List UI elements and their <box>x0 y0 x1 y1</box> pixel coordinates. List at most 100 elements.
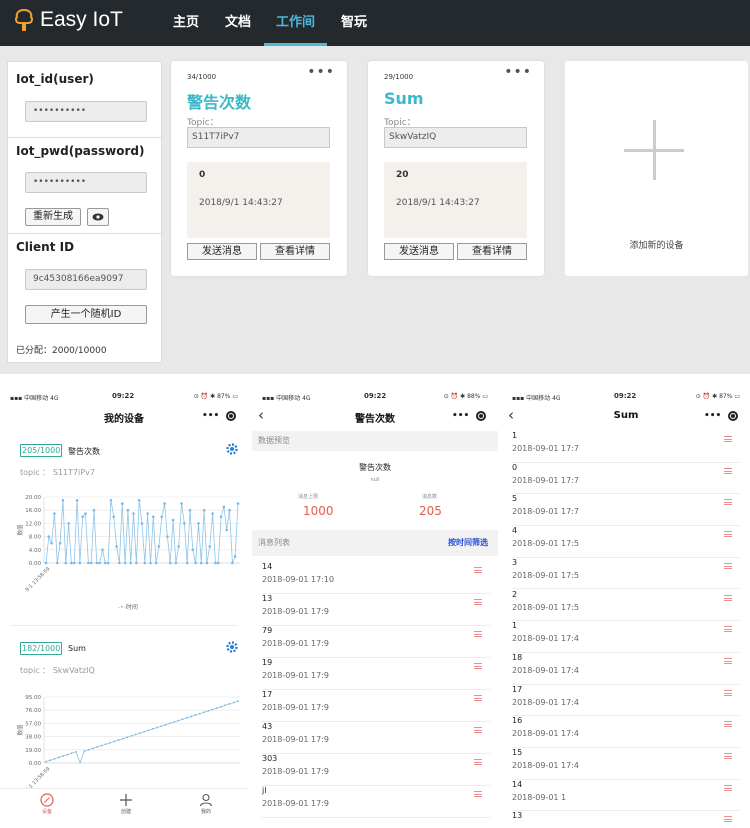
show-password-button[interactable] <box>87 208 109 226</box>
tab-create[interactable]: 创建 <box>96 793 156 815</box>
send-message-button[interactable]: 发送消息 <box>187 243 257 260</box>
menu-icon[interactable] <box>724 499 732 506</box>
menu-icon[interactable] <box>724 657 732 664</box>
more-icon[interactable]: ••• <box>307 64 335 80</box>
menu-icon[interactable] <box>474 695 482 701</box>
menu-icon[interactable] <box>474 631 482 637</box>
capsule-menu[interactable]: ••• <box>448 408 490 424</box>
filter-by-time-link[interactable]: 按时间筛选 <box>448 530 488 556</box>
list-item: 4 2018-09-01 17:5 <box>512 526 740 558</box>
clock: 09:22 <box>614 392 637 400</box>
gear-icon[interactable] <box>226 443 238 455</box>
close-icon[interactable] <box>728 411 738 421</box>
menu-icon[interactable] <box>724 753 732 759</box>
menu-icon[interactable] <box>724 436 732 442</box>
logo[interactable]: Easy IoT <box>14 8 123 32</box>
data-point <box>123 561 127 565</box>
device-name: 警告次数 <box>68 447 100 456</box>
signal-icon: ▪▪▪ <box>262 395 275 402</box>
gear-icon[interactable] <box>226 641 238 653</box>
menu-icon[interactable] <box>474 599 482 605</box>
menu-icon[interactable] <box>724 784 732 791</box>
data-point <box>137 499 141 502</box>
menu-icon[interactable] <box>724 562 732 569</box>
message-value: 1 <box>512 621 518 631</box>
data-point <box>67 522 70 525</box>
list-item: 2 2018-09-01 17:5 <box>512 590 740 622</box>
data-point <box>78 561 82 565</box>
more-icon[interactable]: ••• <box>202 408 219 424</box>
chart-warning-count: 0.00 4.00 8.00 12.00 16.00 20.00 数值 9-1 13:58:5… <box>16 495 240 593</box>
data-point <box>100 744 103 747</box>
menu-icon[interactable] <box>724 816 732 823</box>
nav-play[interactable]: 智玩 <box>341 0 367 46</box>
more-icon[interactable]: ••• <box>504 64 532 80</box>
menu-icon[interactable] <box>724 467 732 474</box>
message-value: 13 <box>262 594 273 603</box>
data-point <box>103 561 107 565</box>
message-value: 0 <box>512 462 518 472</box>
menu-icon[interactable] <box>724 721 732 728</box>
nav-docs[interactable]: 文档 <box>225 0 251 46</box>
close-icon[interactable] <box>476 411 486 421</box>
view-details-button[interactable]: 查看详情 <box>457 243 527 260</box>
data-point <box>215 707 218 710</box>
client-id-field[interactable]: 9c45308166ea9097 <box>25 269 147 290</box>
capsule-menu[interactable]: ••• <box>700 408 742 424</box>
message-time: 2018-09-01 17:4 <box>512 729 579 739</box>
topic-field[interactable]: SkwVatzIQ <box>384 127 527 148</box>
menu-icon[interactable] <box>474 727 482 733</box>
section-header: 数据预览 <box>252 431 498 451</box>
data-point <box>64 561 68 565</box>
menu-icon[interactable] <box>474 663 482 669</box>
nav-workspace[interactable]: 工作间 <box>264 0 328 46</box>
y-tick-label: 76.00 <box>25 708 41 714</box>
message-value: 303 <box>262 754 278 763</box>
regenerate-button[interactable]: 重新生成 <box>25 208 81 226</box>
topic-field[interactable]: S11T7iPv7 <box>187 127 330 148</box>
message-time: 2018-09-01 17:9 <box>262 799 329 808</box>
menu-icon[interactable] <box>474 791 482 797</box>
send-message-button[interactable]: 发送消息 <box>384 243 454 260</box>
random-id-button[interactable]: 产生一个随机ID <box>25 305 147 324</box>
nav-home[interactable]: 主页 <box>173 0 199 46</box>
more-icon[interactable]: ••• <box>452 408 469 424</box>
menu-icon[interactable] <box>724 531 732 538</box>
menu-icon[interactable] <box>474 759 482 765</box>
device-card: 34/1000 ••• 警告次数 Topic： S11T7iPv7 0 2018… <box>171 61 347 276</box>
data-point <box>180 502 183 505</box>
user-field[interactable]: •••••••••• <box>25 101 147 122</box>
data-point <box>222 505 226 509</box>
list-item: 1 2018-09-01 17:4 <box>512 621 740 653</box>
close-icon[interactable] <box>226 411 236 421</box>
menu-icon[interactable] <box>724 594 732 601</box>
device-topic: topic ： SkwVatzIQ <box>20 666 95 675</box>
menu-icon[interactable] <box>474 567 482 573</box>
data-point <box>236 502 240 505</box>
message-value: 18 <box>512 652 523 662</box>
y-tick-label: 16.00 <box>25 508 41 514</box>
data-point <box>225 528 229 532</box>
capsule-menu[interactable]: ••• <box>198 408 240 424</box>
menu-icon[interactable] <box>724 626 732 633</box>
view-details-button[interactable]: 查看详情 <box>260 243 330 260</box>
data-point <box>118 561 121 565</box>
tab-devices[interactable]: 设备 <box>17 793 77 815</box>
y-tick-label: 8.00 <box>29 535 42 541</box>
data-point <box>199 561 203 565</box>
tab-profile[interactable]: 我的 <box>176 793 236 815</box>
data-point <box>70 752 73 755</box>
message-value: jl <box>262 786 267 795</box>
list-item: 3 2018-09-01 17:5 <box>512 558 740 590</box>
add-device-card[interactable]: 添加新的设备 <box>565 61 748 276</box>
more-icon[interactable]: ••• <box>704 408 721 424</box>
data-point <box>183 522 186 525</box>
x-tick-label: 9-1 13:58:59 <box>24 566 51 593</box>
menu-icon[interactable] <box>724 689 732 696</box>
list-item: 17 2018-09-01 17:9 <box>262 690 490 722</box>
data-point <box>130 735 133 737</box>
alarm-icon: ⊙ ⏰ ✱ <box>193 393 216 400</box>
pwd-field[interactable]: •••••••••• <box>25 172 147 193</box>
status-bar: ▪▪▪ 中国移动 4G 09:22 ⊙ ⏰ ✱ 87% ▭ <box>10 392 238 402</box>
data-point <box>146 512 149 515</box>
